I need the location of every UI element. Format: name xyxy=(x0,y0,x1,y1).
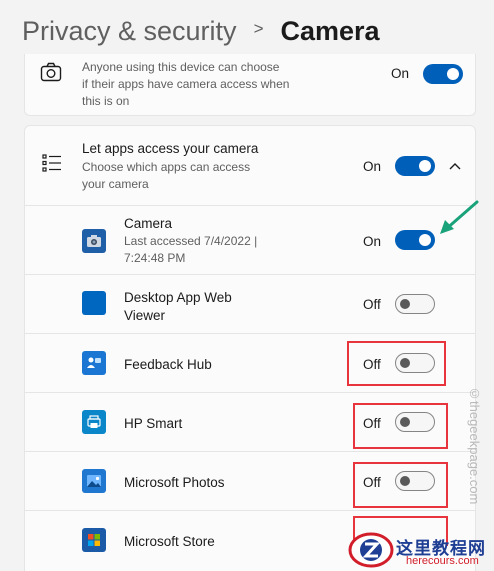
desktop-app-web-viewer-toggle[interactable] xyxy=(395,294,435,314)
device-access-desc-line3: this is on xyxy=(82,94,130,108)
camera-app-text: Camera Last accessed 7/4/2022 | 7:24:48 … xyxy=(124,216,257,267)
logo-domain-text: herecours.com xyxy=(406,555,479,567)
apps-access-desc-line2: your camera xyxy=(82,177,149,191)
device-access-desc-line2: if their apps have camera access when xyxy=(82,77,290,91)
watermark-logo: 这里教程网 herecours.com xyxy=(348,528,494,571)
desktop-app-web-viewer-icon xyxy=(82,291,106,315)
toggle-knob xyxy=(419,234,431,246)
toggle-knob xyxy=(447,68,459,80)
camera-app-meta-line2: 7:24:48 PM xyxy=(124,251,186,265)
toggle-knob xyxy=(400,299,410,309)
highlight-box xyxy=(347,341,446,386)
apps-access-desc-line1: Choose which apps can access xyxy=(82,160,251,174)
divider xyxy=(25,274,475,275)
camera-app-state: On xyxy=(363,234,382,249)
microsoft-store-icon xyxy=(82,528,106,552)
desktop-app-web-viewer-name-line1: Desktop App Web xyxy=(124,290,232,305)
divider xyxy=(25,451,475,452)
watermark-side-text: ©thegeekpage.com xyxy=(467,386,482,505)
divider xyxy=(25,510,475,511)
divider xyxy=(25,392,475,393)
apps-access-state: On xyxy=(363,159,382,174)
desktop-app-web-viewer-state: Off xyxy=(363,297,381,312)
hp-smart-name: HP Smart xyxy=(124,416,183,431)
camera-app-meta-line1: Last accessed 7/4/2022 | xyxy=(124,234,258,248)
device-access-description: Anyone using this device can choose if t… xyxy=(82,59,289,110)
toggle-knob xyxy=(419,160,431,172)
desktop-app-web-viewer-text: Desktop App Web Viewer xyxy=(124,289,232,325)
annotation-arrow xyxy=(437,198,481,241)
breadcrumb-privacy-security[interactable]: Privacy & security xyxy=(22,16,237,47)
divider xyxy=(25,333,475,334)
device-access-toggle[interactable] xyxy=(423,64,463,84)
logo-z-icon xyxy=(348,532,394,568)
apps-access-title: Let apps access your camera xyxy=(82,141,259,156)
divider xyxy=(25,205,475,206)
microsoft-store-name: Microsoft Store xyxy=(124,534,215,549)
camera-app-name: Camera xyxy=(124,216,173,231)
desktop-app-web-viewer-name-line2: Viewer xyxy=(124,308,166,323)
camera-outline-icon xyxy=(40,62,62,87)
device-access-state: On xyxy=(391,66,410,81)
chevron-up-icon[interactable] xyxy=(448,158,462,176)
apps-access-toggle[interactable] xyxy=(395,156,435,176)
highlight-box xyxy=(353,462,448,508)
list-icon xyxy=(42,154,62,177)
hp-smart-icon xyxy=(82,410,106,434)
page-header: Privacy & security > Camera xyxy=(0,0,494,62)
page-title: Camera xyxy=(280,15,380,46)
feedback-hub-name: Feedback Hub xyxy=(124,357,212,372)
feedback-hub-icon xyxy=(82,351,106,375)
microsoft-photos-icon xyxy=(82,469,106,493)
camera-app-icon xyxy=(82,229,106,253)
highlight-box xyxy=(353,403,448,449)
apps-access-text: Let apps access your camera Choose which… xyxy=(82,141,258,193)
breadcrumb-chevron-icon: > xyxy=(253,19,264,38)
camera-app-toggle[interactable] xyxy=(395,230,435,250)
device-access-desc-line1: Anyone using this device can choose xyxy=(82,60,280,74)
microsoft-photos-name: Microsoft Photos xyxy=(124,475,225,490)
